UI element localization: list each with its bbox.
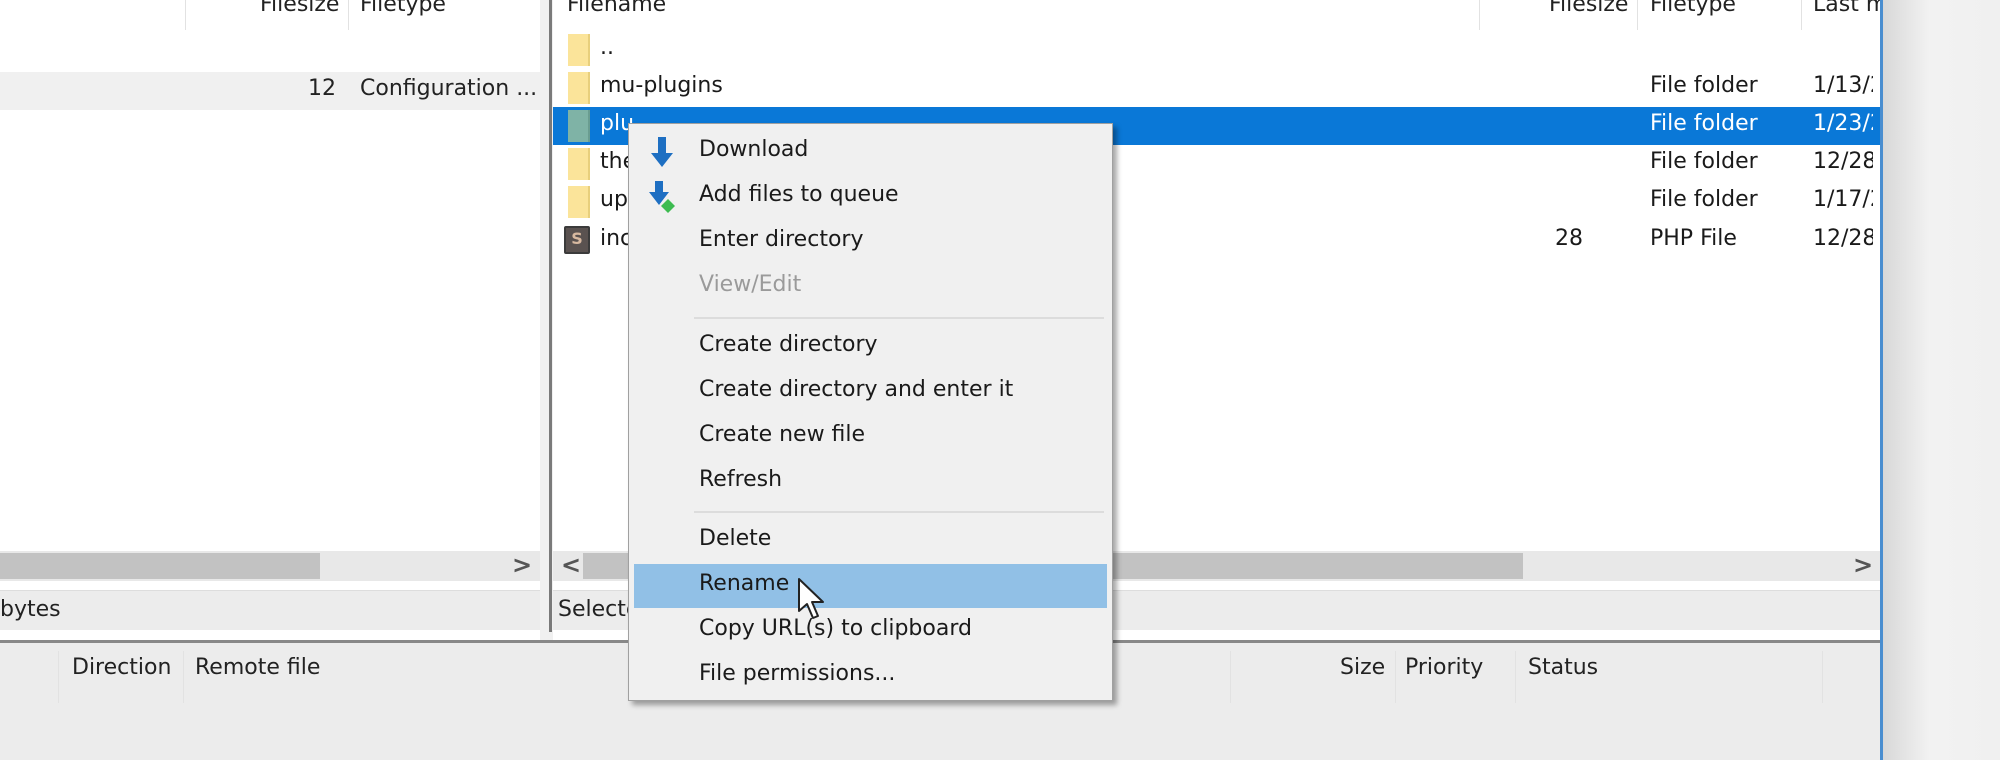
menu-separator <box>694 511 1104 513</box>
add-to-queue-icon <box>649 181 675 213</box>
menu-item-add-files-to-queue[interactable]: Add files to queue <box>634 175 1107 219</box>
file-last-modified: 1/17/2 <box>1813 187 1873 212</box>
context-menu: Download Add files to queue Enter direct… <box>628 123 1113 701</box>
menu-item-label: Enter directory <box>699 227 864 252</box>
local-column-header: Filesize Filetype <box>0 0 540 34</box>
column-header-filesize[interactable]: Filesize <box>260 0 339 17</box>
menu-item-label: Refresh <box>699 467 783 492</box>
column-separator[interactable] <box>1822 651 1823 703</box>
file-type: PHP File <box>1650 226 1737 251</box>
file-name: up <box>600 187 628 212</box>
menu-item-label: View/Edit <box>699 272 802 297</box>
column-header-remote-file[interactable]: Remote file <box>195 655 320 680</box>
column-separator[interactable] <box>1230 651 1231 703</box>
remote-column-header: Filename Filesize Filetype Last m <box>553 0 1887 34</box>
local-file-row[interactable]: 12 Configuration ... <box>0 72 540 110</box>
file-type: File folder <box>1650 187 1758 212</box>
column-header-priority[interactable]: Priority <box>1405 655 1483 680</box>
file-name: mu-plugins <box>600 73 723 98</box>
column-separator[interactable] <box>1395 651 1396 703</box>
folder-icon <box>568 186 590 218</box>
menu-item-label: Create directory <box>699 332 878 357</box>
file-last-modified: 12/28/ <box>1813 149 1873 174</box>
column-header-direction[interactable]: Direction <box>72 655 171 680</box>
scroll-right-arrow-icon[interactable]: > <box>1853 551 1873 579</box>
local-status-bar: bytes <box>0 590 540 630</box>
file-type: File folder <box>1650 149 1758 174</box>
menu-item-create-directory[interactable]: Create directory <box>634 325 1107 369</box>
file-size: 12 <box>308 76 336 101</box>
menu-item-delete[interactable]: Delete <box>634 519 1107 563</box>
column-separator[interactable] <box>1479 0 1480 30</box>
file-row[interactable]: mu-plugins File folder 1/13/2 <box>553 69 1880 107</box>
menu-item-label: File permissions... <box>699 661 896 686</box>
menu-item-label: Delete <box>699 526 772 551</box>
menu-item-enter-directory[interactable]: Enter directory <box>634 220 1107 264</box>
folder-icon <box>568 110 590 142</box>
column-header-filetype[interactable]: Filetype <box>360 0 446 17</box>
menu-item-label: Download <box>699 137 809 162</box>
column-header-filesize[interactable]: Filesize <box>1549 0 1628 17</box>
scrollbar-thumb[interactable] <box>0 553 320 579</box>
file-last-modified: 1/23/2 <box>1813 111 1873 136</box>
menu-item-view-edit: View/Edit <box>634 265 1107 309</box>
scroll-right-arrow-icon[interactable]: > <box>512 551 532 579</box>
desktop-background <box>1883 0 2000 760</box>
file-last-modified: 12/28/ <box>1813 226 1873 251</box>
folder-icon <box>568 34 590 66</box>
local-status-text: bytes <box>0 597 61 622</box>
menu-item-download[interactable]: Download <box>634 130 1107 174</box>
file-type: File folder <box>1650 73 1758 98</box>
menu-item-label: Rename <box>699 571 790 596</box>
column-separator[interactable] <box>1801 0 1802 30</box>
menu-item-label: Create new file <box>699 422 866 447</box>
file-size: 28 <box>1555 226 1583 251</box>
menu-item-label: Create directory and enter it <box>699 377 1014 402</box>
menu-item-file-permissions[interactable]: File permissions... <box>634 654 1107 698</box>
pane-splitter[interactable] <box>543 0 552 640</box>
menu-item-create-new-file[interactable]: Create new file <box>634 415 1107 459</box>
column-header-filename[interactable]: Filename <box>567 0 666 17</box>
local-file-list[interactable]: Filesize Filetype 12 Configuration ... <box>0 0 540 640</box>
scroll-left-arrow-icon[interactable]: < <box>561 551 581 579</box>
file-type: Configuration ... <box>360 76 538 101</box>
folder-icon <box>568 148 590 180</box>
column-separator[interactable] <box>1515 651 1516 703</box>
local-horizontal-scrollbar[interactable]: > <box>0 551 540 581</box>
column-separator[interactable] <box>185 0 186 30</box>
menu-item-label: Copy URL(s) to clipboard <box>699 616 972 641</box>
menu-item-copy-urls[interactable]: Copy URL(s) to clipboard <box>634 609 1107 653</box>
column-separator[interactable] <box>58 651 59 703</box>
file-row-parent[interactable]: .. <box>553 31 1880 69</box>
menu-item-rename[interactable]: Rename <box>634 564 1107 608</box>
mouse-cursor-icon <box>798 578 824 619</box>
column-separator[interactable] <box>1637 0 1638 30</box>
column-separator[interactable] <box>348 0 349 30</box>
file-last-modified: 1/13/2 <box>1813 73 1873 98</box>
download-icon <box>651 137 673 167</box>
menu-item-refresh[interactable]: Refresh <box>634 460 1107 504</box>
column-header-status[interactable]: Status <box>1528 655 1598 680</box>
column-header-size[interactable]: Size <box>1340 655 1385 680</box>
column-header-filetype[interactable]: Filetype <box>1650 0 1736 17</box>
folder-icon <box>568 72 590 104</box>
file-name: .. <box>600 35 614 60</box>
menu-separator <box>694 317 1104 319</box>
menu-item-label: Add files to queue <box>699 182 899 207</box>
php-file-icon: S <box>564 226 590 254</box>
column-header-last-modified[interactable]: Last m <box>1813 0 1887 17</box>
menu-item-create-directory-and-enter[interactable]: Create directory and enter it <box>634 370 1107 414</box>
file-type: File folder <box>1650 111 1758 136</box>
column-separator[interactable] <box>183 651 184 703</box>
